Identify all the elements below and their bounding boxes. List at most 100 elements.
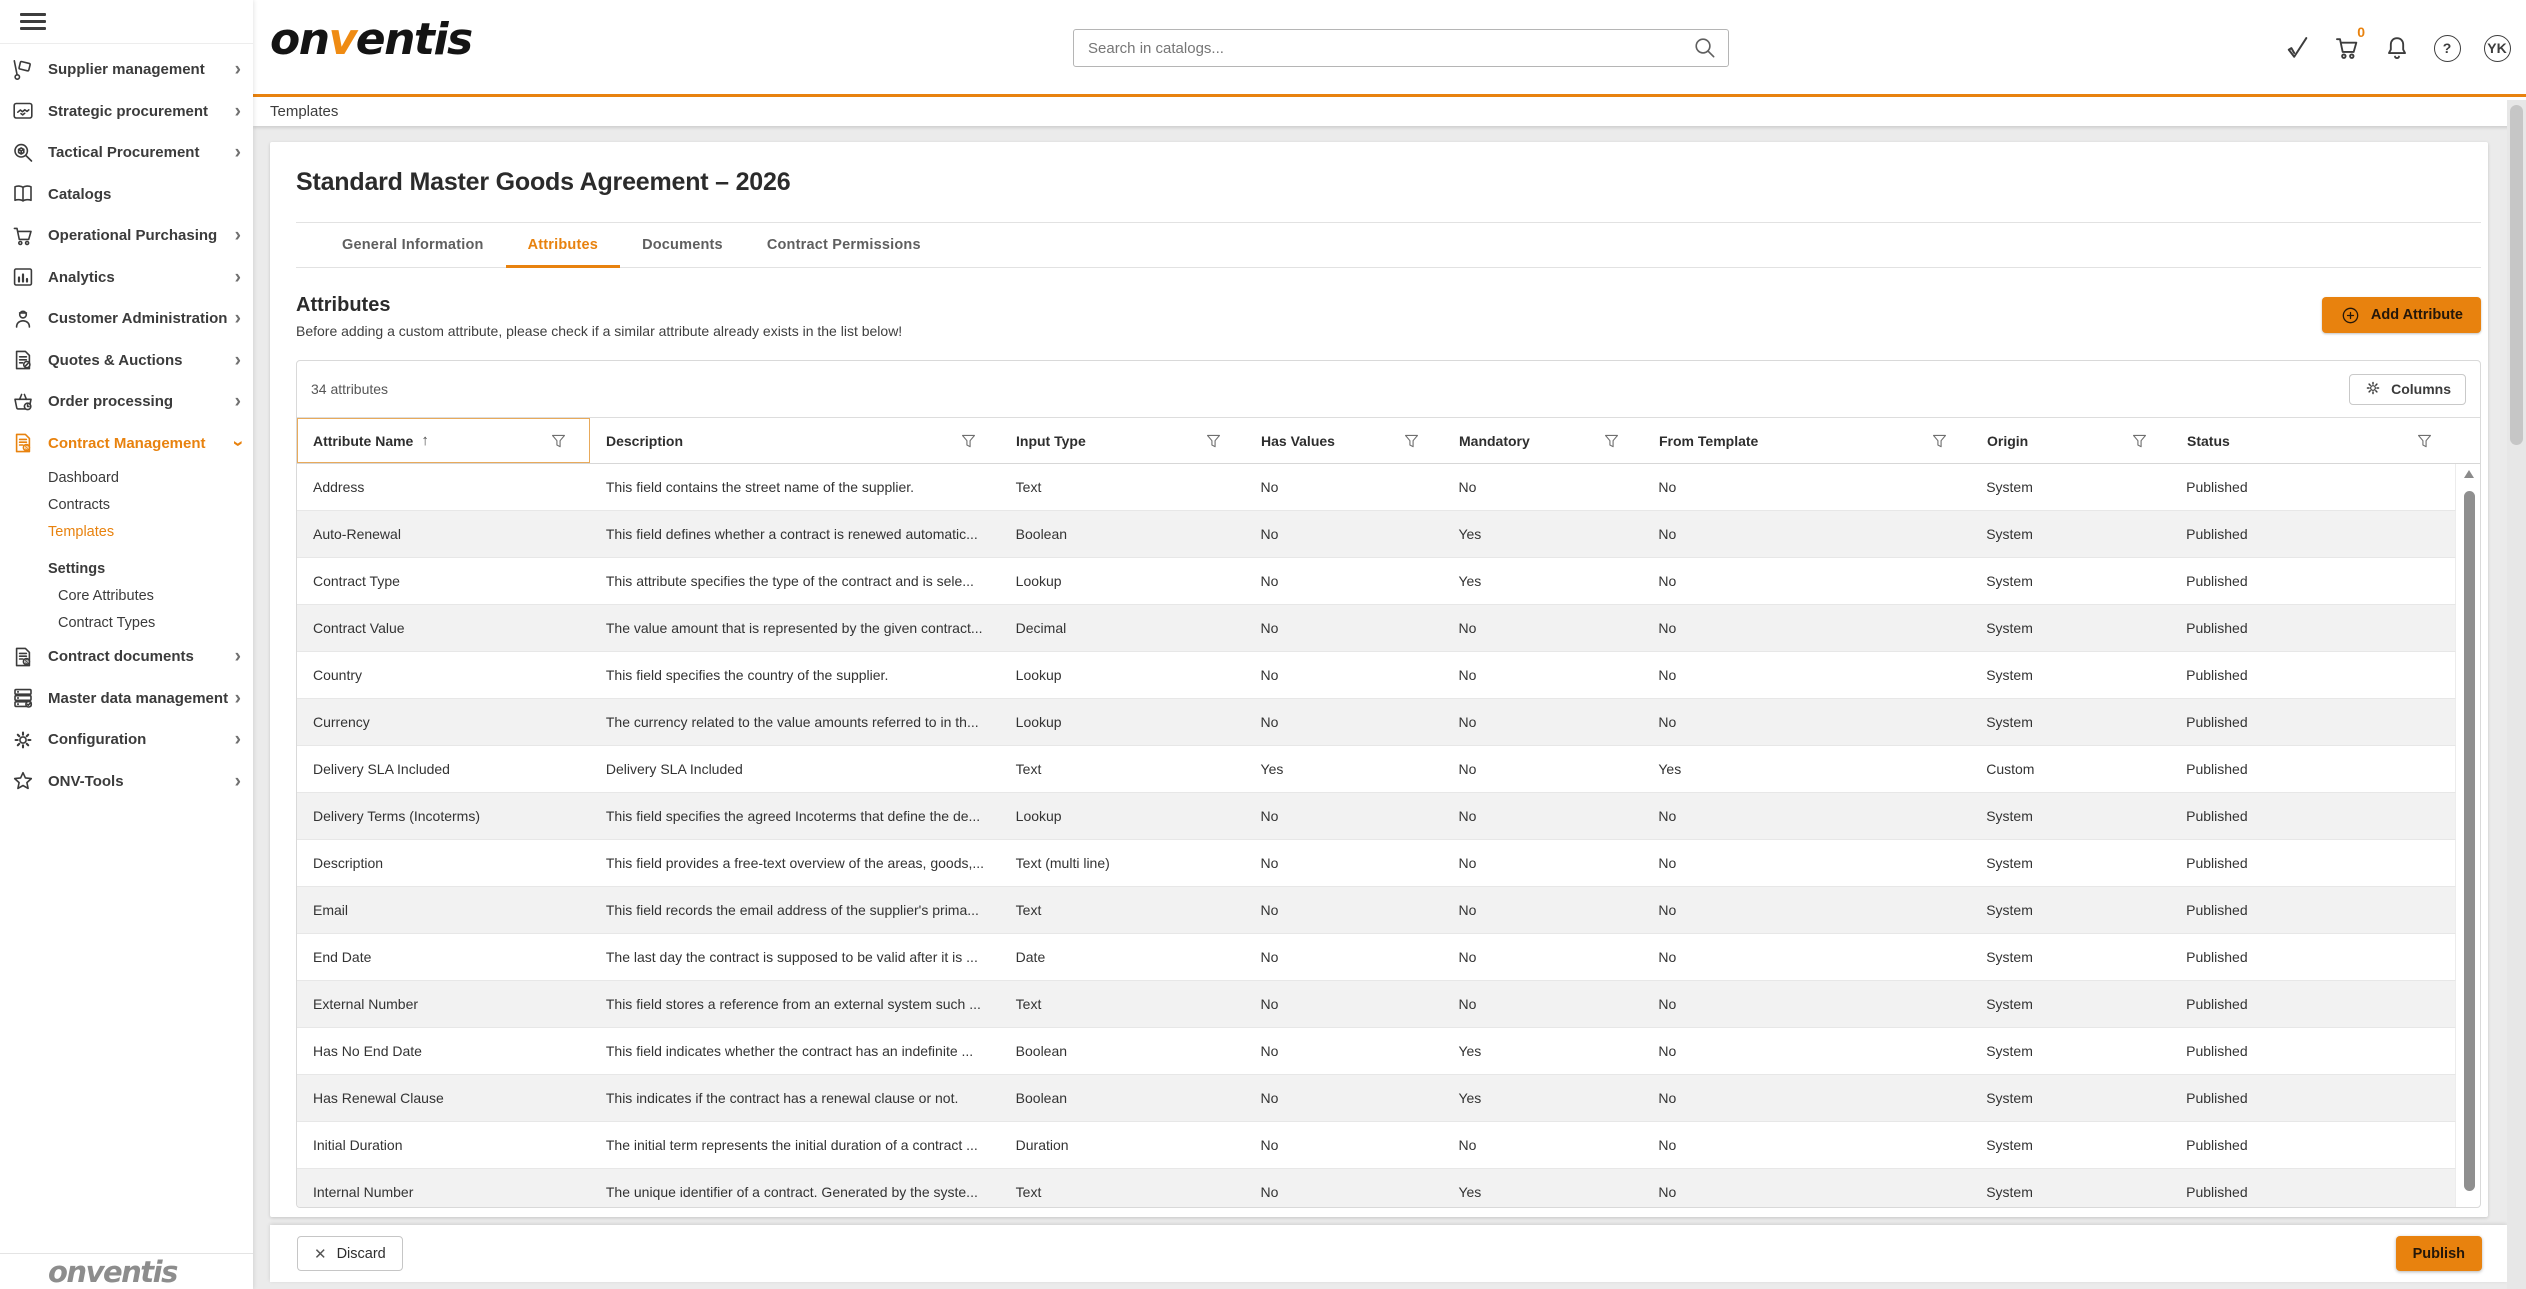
- filter-icon[interactable]: [2415, 431, 2434, 450]
- column-header-origin[interactable]: Origin: [1971, 418, 2171, 463]
- column-header-description[interactable]: Description: [590, 418, 1000, 463]
- column-header-attribute-name[interactable]: Attribute Name↑: [297, 418, 590, 463]
- table-row[interactable]: AddressThis field contains the street na…: [297, 464, 2456, 511]
- help-icon[interactable]: ?: [2432, 33, 2462, 63]
- table-cell: Delivery Terms (Incoterms): [297, 793, 590, 839]
- table-row[interactable]: Internal NumberThe unique identifier of …: [297, 1169, 2456, 1207]
- tab-documents[interactable]: Documents: [620, 223, 745, 267]
- attributes-panel: 34 attributes Columns Attribute Name↑Des…: [296, 360, 2481, 1208]
- page-scrollbar[interactable]: [2507, 100, 2526, 1289]
- sidebar-item-master-data-management[interactable]: Master data management›: [0, 678, 253, 720]
- server-stack-icon: [10, 685, 36, 711]
- bell-icon[interactable]: [2382, 33, 2412, 63]
- table-cell: This attribute specifies the type of the…: [590, 558, 1000, 604]
- filter-icon[interactable]: [1930, 431, 1949, 450]
- table-row[interactable]: CurrencyThe currency related to the valu…: [297, 699, 2456, 746]
- table-cell: System: [1970, 793, 2170, 839]
- columns-button[interactable]: Columns: [2349, 374, 2466, 405]
- column-header-input-type[interactable]: Input Type: [1000, 418, 1245, 463]
- checkmark-icon[interactable]: [2282, 33, 2312, 63]
- cart-icon[interactable]: 0: [2332, 33, 2362, 63]
- table-cell: No: [1642, 793, 1970, 839]
- sidebar-item-templates[interactable]: Templates: [0, 518, 253, 545]
- table-row[interactable]: Has Renewal ClauseThis indicates if the …: [297, 1075, 2456, 1122]
- table-row[interactable]: DescriptionThis field provides a free-te…: [297, 840, 2456, 887]
- table-cell: No: [1442, 840, 1642, 886]
- search-icon[interactable]: [1692, 35, 1718, 61]
- table-cell: Description: [297, 840, 590, 886]
- page-title: Standard Master Goods Agreement – 2026: [296, 168, 2481, 197]
- header-icons: 0 ? YK: [2282, 33, 2512, 63]
- filter-icon[interactable]: [959, 431, 978, 450]
- table-cell: Duration: [1000, 1122, 1245, 1168]
- person-icon: [10, 306, 36, 332]
- table-cell: This field records the email address of …: [590, 887, 1000, 933]
- page-scrollbar-thumb[interactable]: [2510, 105, 2523, 445]
- table-row[interactable]: Contract TypeThis attribute specifies th…: [297, 558, 2456, 605]
- add-attribute-button[interactable]: Add Attribute: [2322, 297, 2481, 333]
- table-row[interactable]: Has No End DateThis field indicates whet…: [297, 1028, 2456, 1075]
- filter-icon[interactable]: [1602, 431, 1621, 450]
- menu-icon[interactable]: [20, 8, 46, 34]
- table-cell: Yes: [1442, 1075, 1642, 1121]
- sidebar-item-customer-administration[interactable]: Customer Administration›: [0, 298, 253, 340]
- onventis-footer-logo: onventis: [48, 1255, 177, 1289]
- filter-icon[interactable]: [1402, 431, 1421, 450]
- table-cell: System: [1970, 605, 2170, 651]
- filter-icon[interactable]: [549, 431, 568, 450]
- user-avatar[interactable]: YK: [2482, 33, 2512, 63]
- sidebar-item-dashboard[interactable]: Dashboard: [0, 464, 253, 491]
- filter-icon[interactable]: [1204, 431, 1223, 450]
- tab-contract-permissions[interactable]: Contract Permissions: [745, 223, 943, 267]
- sidebar-item-quotes-auctions[interactable]: Quotes & Auctions›: [0, 340, 253, 382]
- svg-text:$: $: [25, 446, 28, 452]
- tab-label: General Information: [342, 237, 484, 253]
- column-header-mandatory[interactable]: Mandatory: [1443, 418, 1643, 463]
- table-scrollbar[interactable]: [2462, 470, 2476, 1197]
- sidebar-item-onv-tools[interactable]: ONV-Tools›: [0, 761, 253, 803]
- table-row[interactable]: Contract ValueThe value amount that is r…: [297, 605, 2456, 652]
- breadcrumb[interactable]: Templates: [270, 103, 338, 120]
- scrollbar-thumb[interactable]: [2464, 491, 2475, 1191]
- table-cell: Published: [2170, 746, 2455, 792]
- column-header-label: Has Values: [1261, 433, 1335, 449]
- sidebar-item-contract-types[interactable]: Contract Types: [0, 609, 253, 636]
- table-row[interactable]: Auto-RenewalThis field defines whether a…: [297, 511, 2456, 558]
- filter-icon[interactable]: [2130, 431, 2149, 450]
- table-row[interactable]: Delivery SLA IncludedDelivery SLA Includ…: [297, 746, 2456, 793]
- publish-button[interactable]: Publish: [2396, 1236, 2482, 1271]
- sidebar-item-operational-purchasing[interactable]: Operational Purchasing›: [0, 215, 253, 257]
- table-cell: The initial term represents the initial …: [590, 1122, 1000, 1168]
- sidebar-item-configuration[interactable]: Configuration›: [0, 719, 253, 761]
- search-input[interactable]: [1074, 40, 1692, 57]
- discard-button[interactable]: ✕ Discard: [297, 1236, 403, 1271]
- table-row[interactable]: CountryThis field specifies the country …: [297, 652, 2456, 699]
- tab-attributes[interactable]: Attributes: [506, 223, 620, 267]
- column-header-from-template[interactable]: From Template: [1643, 418, 1971, 463]
- sidebar-item-catalogs[interactable]: Catalogs: [0, 174, 253, 216]
- table-cell: No: [1642, 464, 1970, 510]
- column-header-status[interactable]: Status: [2171, 418, 2456, 463]
- table-cell: Published: [2170, 1075, 2455, 1121]
- tab-general-information[interactable]: General Information: [320, 223, 506, 267]
- table-row[interactable]: Initial DurationThe initial term represe…: [297, 1122, 2456, 1169]
- sidebar-item-supplier-management[interactable]: Supplier management›: [0, 49, 253, 91]
- sidebar-item-label: Templates: [48, 524, 114, 540]
- table-cell: No: [1642, 1075, 1970, 1121]
- table-row[interactable]: External NumberThis field stores a refer…: [297, 981, 2456, 1028]
- sidebar-item-analytics[interactable]: Analytics›: [0, 257, 253, 299]
- sidebar-item-contract-documents[interactable]: $Contract documents›: [0, 636, 253, 678]
- sidebar-item-tactical-procurement[interactable]: Tactical Procurement›: [0, 132, 253, 174]
- scroll-up-arrow-icon[interactable]: [2464, 470, 2474, 478]
- table-row[interactable]: End DateThe last day the contract is sup…: [297, 934, 2456, 981]
- sidebar-item-core-attributes[interactable]: Core Attributes: [0, 582, 253, 609]
- sidebar-item-strategic-procurement[interactable]: Strategic procurement›: [0, 91, 253, 133]
- sidebar-item-contracts[interactable]: Contracts: [0, 491, 253, 518]
- sidebar-item-order-processing[interactable]: Order processing›: [0, 381, 253, 423]
- onventis-logo[interactable]: onventis: [270, 14, 472, 65]
- sidebar-item-contract-management[interactable]: $Contract Management›: [0, 423, 253, 465]
- table-row[interactable]: Delivery Terms (Incoterms)This field spe…: [297, 793, 2456, 840]
- table-row[interactable]: EmailThis field records the email addres…: [297, 887, 2456, 934]
- table-cell: Published: [2170, 793, 2455, 839]
- column-header-has-values[interactable]: Has Values: [1245, 418, 1443, 463]
